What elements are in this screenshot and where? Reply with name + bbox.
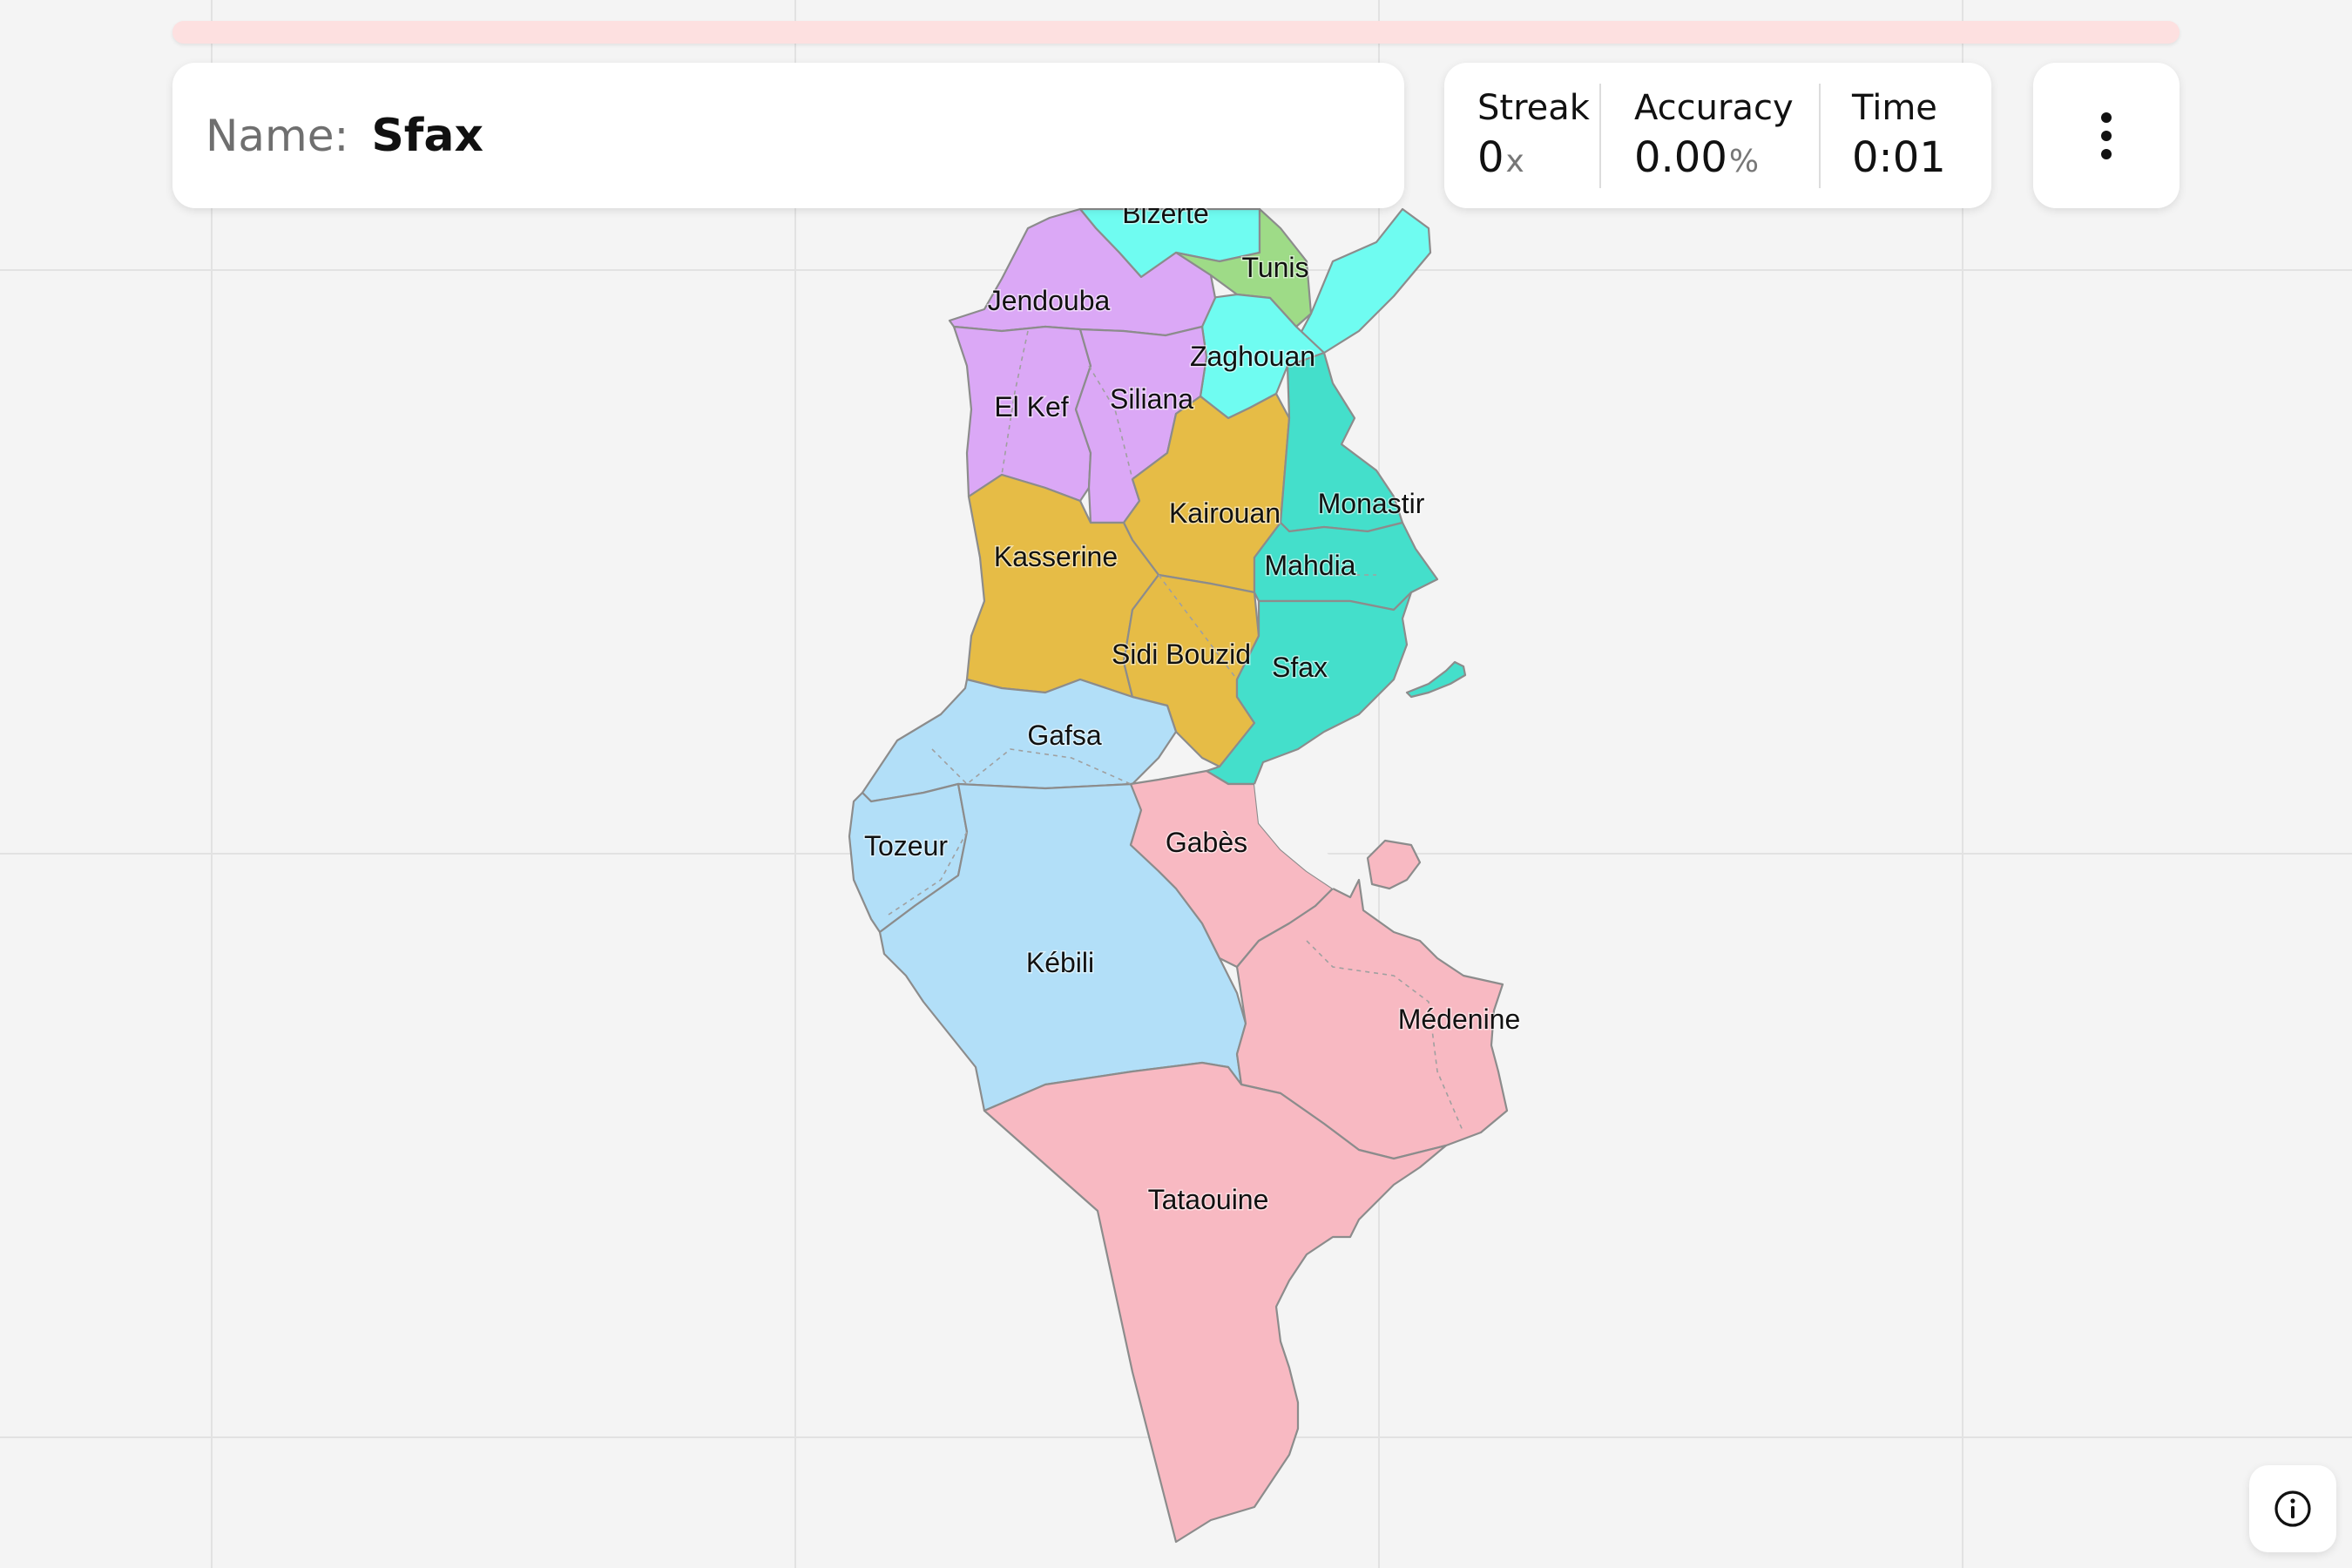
stats-divider (1819, 83, 1821, 188)
region-label: Kairouan (1169, 497, 1281, 529)
tunisia-map: BizerteTunisJendoubaZaghouanEl Kef Silian… (848, 197, 1522, 1544)
time-label: Time (1852, 87, 1937, 128)
region-djerba[interactable] (1366, 839, 1422, 890)
region-label: Zaghouan (1190, 341, 1315, 372)
kebab-menu-icon (2101, 112, 2112, 159)
region-label: Gafsa (1027, 720, 1102, 751)
info-icon (2274, 1490, 2311, 1527)
region-label: Tozeur (864, 830, 948, 862)
region-label: Siliana (1110, 383, 1193, 415)
time-stat: Time 0:01 (1852, 84, 1948, 188)
target-name-value: Sfax (371, 109, 484, 162)
accuracy-label: Accuracy (1634, 87, 1794, 128)
region-label: Jendouba (988, 285, 1111, 316)
stats-card: Streak 0x Accuracy 0.00% Time 0:01 (1444, 63, 1991, 208)
streak-label: Streak (1477, 87, 1590, 128)
region-label: El Kef (994, 391, 1068, 422)
accuracy-value: 0.00% (1634, 132, 1760, 182)
region-nabeul[interactable] (1294, 207, 1432, 355)
streak-value: 0x (1477, 132, 1524, 182)
region-label: Gabès (1166, 827, 1247, 858)
streak-stat: Streak 0x (1477, 84, 1599, 188)
region-label: Sidi Bouzid (1112, 639, 1251, 670)
accuracy-stat: Accuracy 0.00% (1634, 84, 1819, 188)
region-label: Médenine (1398, 1004, 1521, 1035)
region-label: Kasserine (994, 541, 1118, 572)
info-button[interactable] (2249, 1465, 2336, 1552)
region-label: Kébili (1026, 947, 1094, 978)
region-label: Tunis (1241, 252, 1308, 283)
target-name-label: Name: (206, 110, 349, 161)
region-label: Tataouine (1148, 1184, 1269, 1215)
region-kerkennah[interactable] (1405, 660, 1467, 699)
time-value: 0:01 (1852, 132, 1946, 182)
region-label: Sfax (1272, 652, 1328, 683)
target-name-card: Name: Sfax (172, 63, 1404, 208)
menu-button[interactable] (2033, 63, 2180, 208)
progress-bar (172, 21, 2180, 44)
region-label: Monastir (1318, 488, 1425, 519)
stats-divider (1599, 83, 1601, 188)
region-label: Mahdia (1265, 550, 1356, 581)
